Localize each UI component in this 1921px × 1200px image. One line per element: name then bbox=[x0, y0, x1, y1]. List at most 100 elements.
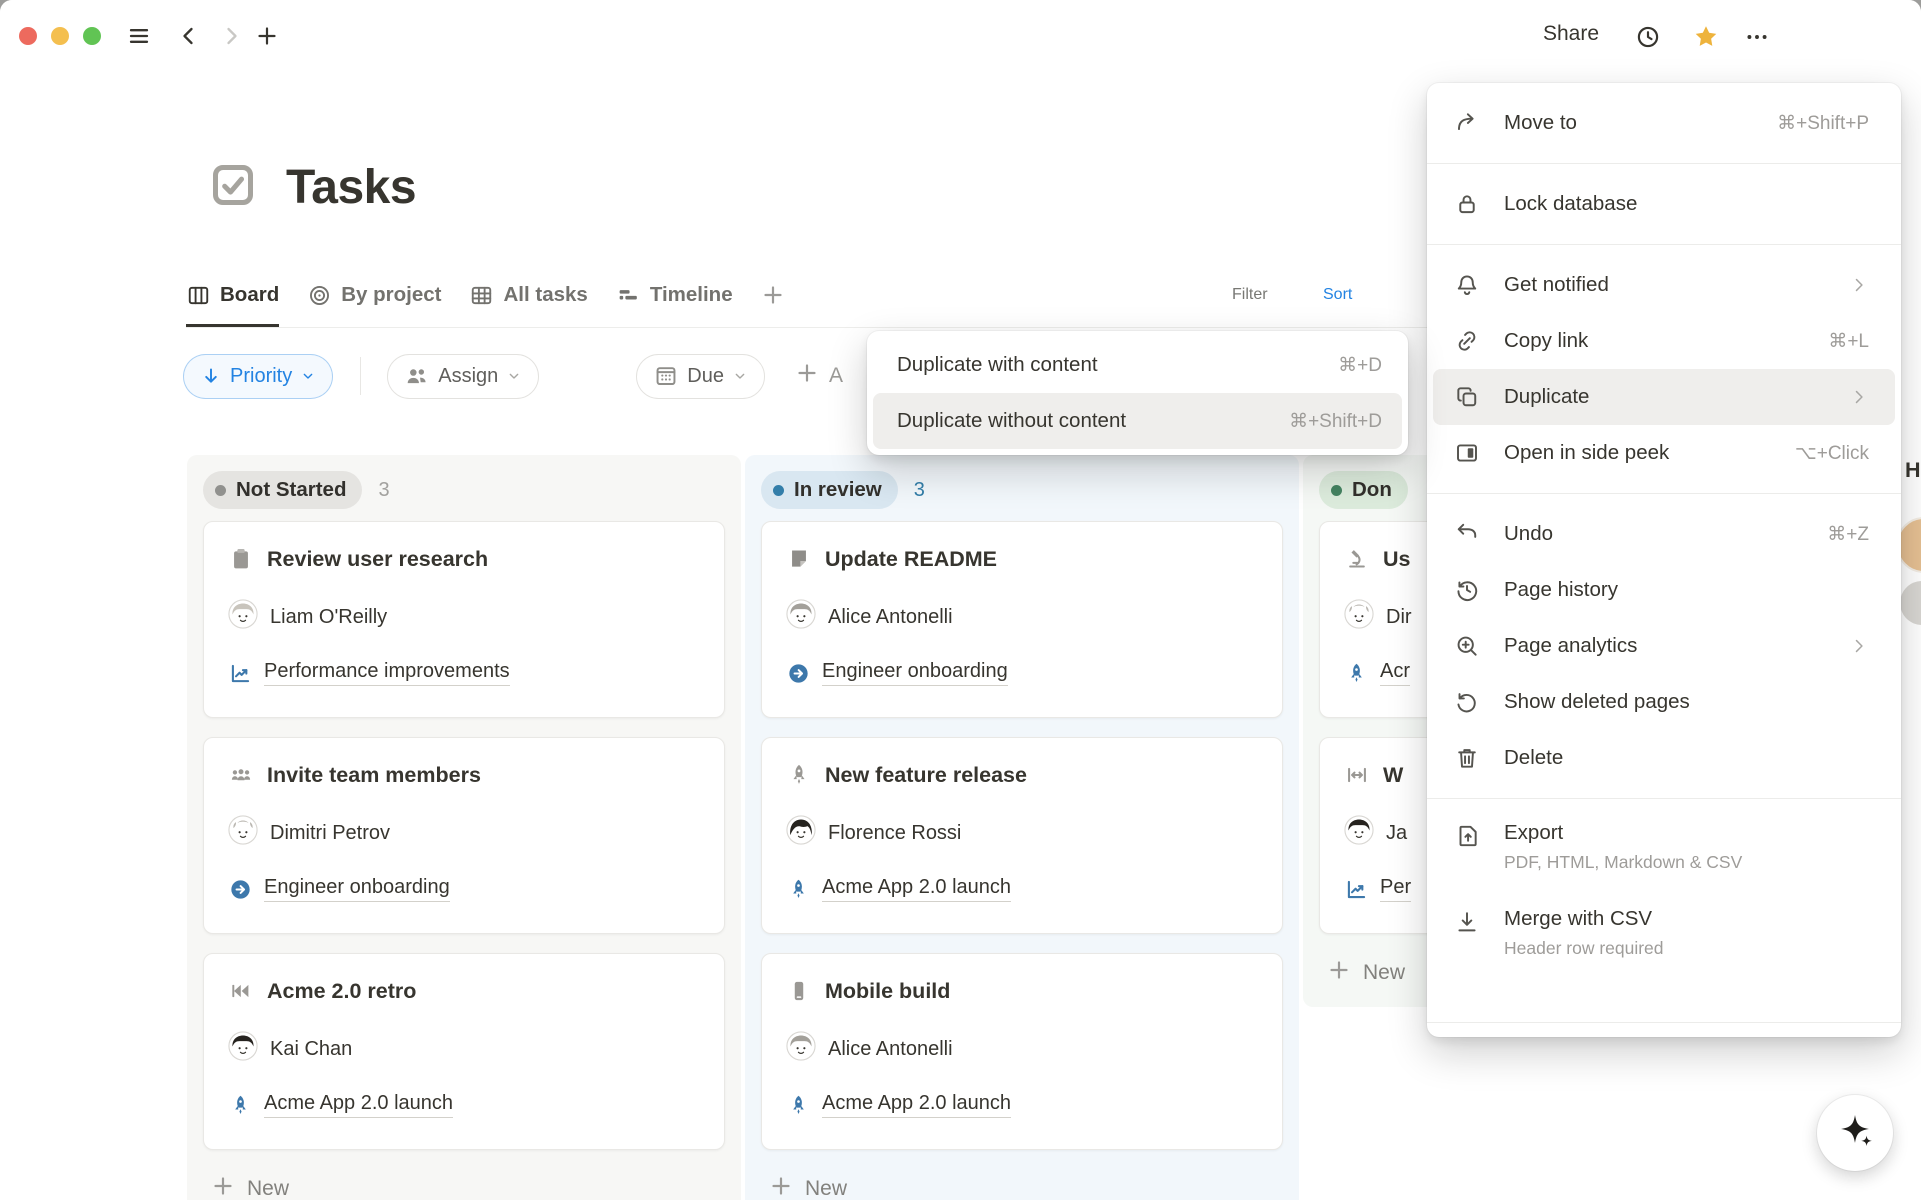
new-page-icon[interactable] bbox=[250, 19, 284, 53]
share-button[interactable]: Share bbox=[1543, 22, 1599, 46]
column-count: 3 bbox=[378, 479, 389, 502]
column-status-pill[interactable]: Don bbox=[1319, 471, 1408, 509]
ai-assistant-button[interactable] bbox=[1817, 1095, 1893, 1171]
forward-icon[interactable] bbox=[214, 19, 248, 53]
project-link[interactable]: Performance improvements bbox=[264, 660, 510, 686]
chevron-down-icon bbox=[732, 368, 748, 384]
task-card[interactable]: Update README Alice Antonelli Engineer o… bbox=[761, 521, 1283, 718]
task-card[interactable]: Review user research Liam O'Reilly Perfo… bbox=[203, 521, 725, 718]
rocket-blue-icon bbox=[228, 1093, 253, 1118]
sort-button[interactable]: Sort bbox=[1323, 266, 1352, 324]
sidebar-menu-icon[interactable] bbox=[122, 19, 156, 53]
add-filter-button[interactable]: A bbox=[795, 361, 843, 391]
tab-by-project[interactable]: By project bbox=[307, 266, 441, 327]
rocket-gray-icon bbox=[786, 762, 812, 788]
avatar bbox=[1344, 815, 1374, 851]
assign-filter-chip[interactable]: Assign bbox=[387, 354, 539, 399]
menu-item-delete[interactable]: Delete bbox=[1433, 730, 1895, 786]
keyboard-shortcut: ⌘+D bbox=[1338, 354, 1382, 377]
lock-icon bbox=[1454, 191, 1480, 217]
menu-item-merge-with-csv[interactable]: Merge with CSV Header row required bbox=[1433, 897, 1895, 983]
menu-item-show-deleted-pages[interactable]: Show deleted pages bbox=[1433, 674, 1895, 730]
assignee-name: Dimitri Petrov bbox=[270, 822, 390, 845]
timeline-icon bbox=[616, 283, 641, 308]
project-link[interactable]: Per bbox=[1380, 876, 1411, 902]
menu-item-label: Copy link bbox=[1504, 328, 1810, 355]
menu-item-label: Open in side peek bbox=[1504, 440, 1777, 467]
updates-clock-icon[interactable] bbox=[1631, 20, 1665, 54]
plus-icon bbox=[769, 1174, 793, 1200]
project-link[interactable]: Engineer onboarding bbox=[822, 660, 1008, 686]
column-status-pill[interactable]: Not Started bbox=[203, 471, 362, 509]
menu-item-subtitle: Header row required bbox=[1504, 938, 1869, 959]
task-card[interactable]: Mobile build Alice Antonelli Acme App 2.… bbox=[761, 953, 1283, 1150]
assignee-name: Liam O'Reilly bbox=[270, 606, 387, 629]
back-icon[interactable] bbox=[172, 19, 206, 53]
project-link[interactable]: Acme App 2.0 launch bbox=[822, 876, 1011, 902]
project-link[interactable]: Acme App 2.0 launch bbox=[822, 1092, 1011, 1118]
menu-item-copy-link[interactable]: Copy link ⌘+L bbox=[1433, 313, 1895, 369]
add-card-button[interactable]: New bbox=[761, 1169, 1283, 1200]
menu-item-page-analytics[interactable]: Page analytics bbox=[1433, 618, 1895, 674]
arrow-down-icon bbox=[200, 365, 222, 387]
menu-item-duplicate[interactable]: Duplicate bbox=[1433, 369, 1895, 425]
menu-item-page-history[interactable]: Page history bbox=[1433, 562, 1895, 618]
menu-item-lock-database[interactable]: Lock database bbox=[1433, 176, 1895, 232]
menu-item-get-notified[interactable]: Get notified bbox=[1433, 257, 1895, 313]
menu-item-label: Duplicate bbox=[1504, 384, 1831, 411]
rocket-blue-icon bbox=[786, 1093, 811, 1118]
tab-all-tasks[interactable]: All tasks bbox=[469, 266, 587, 327]
window-minimize-button[interactable] bbox=[51, 27, 69, 45]
add-card-button[interactable]: New bbox=[203, 1169, 725, 1200]
avatar bbox=[786, 1031, 816, 1067]
avatar bbox=[228, 1031, 258, 1067]
tab-board[interactable]: Board bbox=[186, 266, 279, 327]
more-options-icon[interactable] bbox=[1740, 20, 1774, 54]
menu-item-label: Delete bbox=[1504, 745, 1869, 772]
hidden-card-title-fragment: H bbox=[1905, 458, 1921, 483]
keyboard-shortcut: ⌘+Shift+P bbox=[1777, 112, 1869, 135]
task-card[interactable]: Invite team members Dimitri Petrov Engin… bbox=[203, 737, 725, 934]
board-icon bbox=[186, 283, 211, 308]
avatar bbox=[228, 815, 258, 851]
menu-item-label: Page analytics bbox=[1504, 633, 1831, 660]
menu-item-label: Get notified bbox=[1504, 272, 1831, 299]
menu-item-undo[interactable]: Undo ⌘+Z bbox=[1433, 506, 1895, 562]
chart-icon bbox=[1344, 877, 1369, 902]
assignee-name: Alice Antonelli bbox=[828, 1038, 953, 1061]
project-link[interactable]: Acme App 2.0 launch bbox=[264, 1092, 453, 1118]
menu-item-open-in-side-peek[interactable]: Open in side peek ⌥+Click bbox=[1433, 425, 1895, 481]
card-title: W bbox=[1383, 763, 1403, 788]
filter-button[interactable]: Filter bbox=[1232, 266, 1268, 324]
column-name: Not Started bbox=[236, 478, 346, 502]
menu-item-label: Move to bbox=[1504, 110, 1759, 137]
menu-item-export[interactable]: ExportPDF, HTML, Markdown & CSV bbox=[1433, 811, 1895, 897]
menu-item-label: Merge with CSV bbox=[1504, 906, 1869, 933]
submenu-item-duplicate-with-content[interactable]: Duplicate with content ⌘+D bbox=[873, 337, 1402, 393]
favorite-star-icon[interactable] bbox=[1689, 20, 1723, 54]
restore-icon bbox=[1454, 689, 1480, 715]
window-topbar: Share bbox=[0, 0, 1921, 62]
task-card[interactable]: New feature release Florence Rossi Acme … bbox=[761, 737, 1283, 934]
assignee-name: Kai Chan bbox=[270, 1038, 352, 1061]
menu-item-label: Export bbox=[1504, 820, 1869, 847]
plus-icon bbox=[795, 361, 819, 391]
keyboard-shortcut: ⌘+Z bbox=[1827, 523, 1869, 546]
pagefold-icon bbox=[786, 546, 812, 572]
priority-sort-chip[interactable]: Priority bbox=[183, 354, 333, 399]
column-status-pill[interactable]: In review bbox=[761, 471, 898, 509]
submenu-item-duplicate-without-content[interactable]: Duplicate without content ⌘+Shift+D bbox=[873, 393, 1402, 449]
card-title: New feature release bbox=[825, 763, 1027, 788]
tab-timeline[interactable]: Timeline bbox=[616, 266, 733, 327]
add-view-button[interactable] bbox=[761, 266, 785, 324]
due-filter-chip[interactable]: Due bbox=[636, 354, 765, 399]
clipboard-icon bbox=[228, 546, 254, 572]
task-card[interactable]: Acme 2.0 retro Kai Chan Acme App 2.0 lau… bbox=[203, 953, 725, 1150]
status-dot-icon bbox=[773, 485, 784, 496]
project-link[interactable]: Acr bbox=[1380, 660, 1410, 686]
submenu-item-label: Duplicate without content bbox=[897, 409, 1126, 433]
menu-item-move-to[interactable]: Move to ⌘+Shift+P bbox=[1433, 95, 1895, 151]
window-close-button[interactable] bbox=[19, 27, 37, 45]
window-zoom-button[interactable] bbox=[83, 27, 101, 45]
project-link[interactable]: Engineer onboarding bbox=[264, 876, 450, 902]
